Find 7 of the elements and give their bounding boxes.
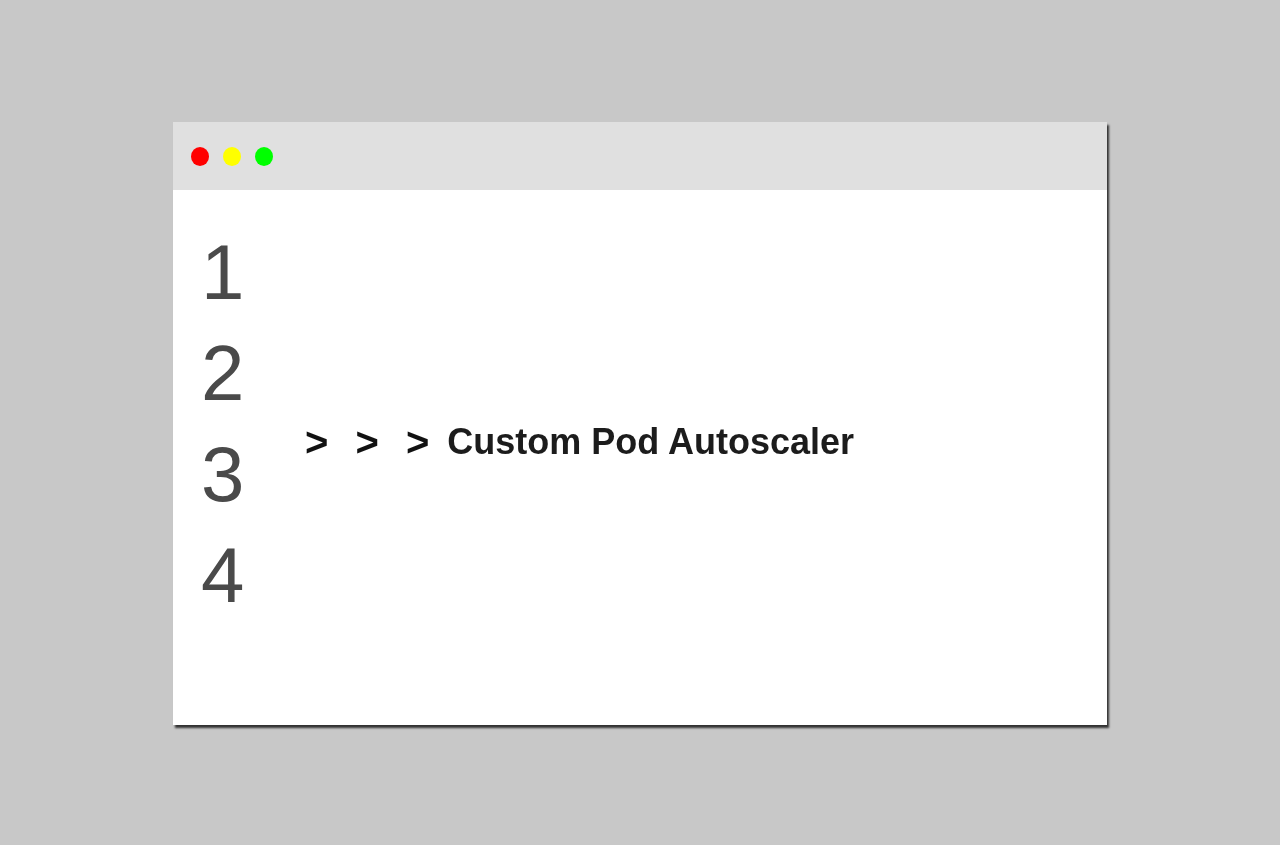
window-button-icon[interactable] (191, 146, 209, 166)
line-number: 3 (201, 429, 246, 520)
prompt-chevrons: > > > (305, 419, 430, 466)
command-text: Custom Pod Autoscaler (447, 420, 855, 464)
line-number: 1 (201, 227, 246, 318)
line-number: 4 (201, 530, 246, 621)
line-number: 2 (201, 328, 246, 419)
